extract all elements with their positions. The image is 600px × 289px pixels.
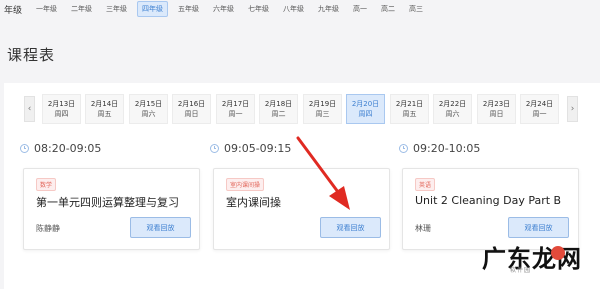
time-slot: 09:20-10:05 xyxy=(399,142,480,155)
watermark: 广东龙网 软件园 xyxy=(470,239,600,287)
date-label: 2月20日 xyxy=(351,100,380,108)
date-cell[interactable]: 2月17日 周一 xyxy=(216,94,255,124)
course-title: 室内课间操 xyxy=(226,196,281,209)
weekday-label: 周六 xyxy=(141,110,156,118)
page-title: 课程表 xyxy=(7,46,56,64)
date-strip: ‹ 2月13日 周四 2月14日 周五 2月15日 周六 2月16日 周日 2月… xyxy=(18,94,584,126)
clock-icon xyxy=(399,144,408,153)
watermark-site: 软件园 xyxy=(510,267,532,274)
clock-icon xyxy=(210,144,219,153)
weekday-label: 周六 xyxy=(445,110,460,118)
grade-tab[interactable]: 一年级 xyxy=(32,2,61,16)
time-slot: 09:05-09:15 xyxy=(210,142,291,155)
grade-tab[interactable]: 高一 xyxy=(349,2,371,16)
grade-tab[interactable]: 九年级 xyxy=(314,2,343,16)
grade-bar: 年级 一年级 二年级 三年级 四年级 五年级 六年级 七年级 八年级 九年级 高… xyxy=(0,0,600,18)
grade-tab[interactable]: 五年级 xyxy=(174,2,203,16)
subject-badge: 数学 xyxy=(36,178,57,191)
date-cell[interactable]: 2月13日 周四 xyxy=(42,94,81,124)
subject-badge: 室内课间操 xyxy=(226,178,265,191)
date-label: 2月16日 xyxy=(177,100,206,108)
weekday-label: 周三 xyxy=(315,110,330,118)
clock-icon xyxy=(20,144,29,153)
watch-replay-button[interactable]: 观看回放 xyxy=(130,217,191,238)
date-label: 2月17日 xyxy=(221,100,250,108)
grade-tab[interactable]: 八年级 xyxy=(279,2,308,16)
date-label: 2月13日 xyxy=(47,100,76,108)
date-cell[interactable]: 2月15日 周六 xyxy=(129,94,168,124)
subject-badge: 英语 xyxy=(415,178,436,191)
date-cell[interactable]: 2月18日 周二 xyxy=(259,94,298,124)
course-card: 室内课间操 室内课间操 观看回放 xyxy=(213,168,390,250)
watermark-title: 广东龙网 xyxy=(482,245,582,273)
time-label: 09:20-10:05 xyxy=(413,142,481,155)
grade-tab-active[interactable]: 四年级 xyxy=(137,1,169,17)
date-cell[interactable]: 2月21日 周五 xyxy=(390,94,429,124)
course-card: 英语 Unit 2 Cleaning Day Part B 林珊 观看回放 xyxy=(402,168,579,250)
date-label: 2月14日 xyxy=(90,100,119,108)
date-label: 2月15日 xyxy=(134,100,163,108)
prev-week-button[interactable]: ‹ xyxy=(24,96,35,122)
grade-tab[interactable]: 三年级 xyxy=(102,2,131,16)
grade-label: 年级 xyxy=(4,5,23,16)
course-title: Unit 2 Cleaning Day Part B xyxy=(415,194,562,207)
weekday-label: 周五 xyxy=(97,110,112,118)
watermark-logo-icon xyxy=(551,246,565,260)
chevron-left-icon: ‹ xyxy=(27,104,32,114)
date-cell[interactable]: 2月16日 周日 xyxy=(172,94,211,124)
time-label: 09:05-09:15 xyxy=(224,142,292,155)
date-cell[interactable]: 2月14日 周五 xyxy=(85,94,124,124)
grade-tab[interactable]: 七年级 xyxy=(244,2,273,16)
date-label: 2月23日 xyxy=(482,100,511,108)
date-label: 2月24日 xyxy=(525,100,554,108)
watch-replay-button[interactable]: 观看回放 xyxy=(320,217,381,238)
weekday-label: 周一 xyxy=(532,110,547,118)
grade-tab[interactable]: 六年级 xyxy=(209,2,238,16)
date-cell[interactable]: 2月23日 周日 xyxy=(477,94,516,124)
weekday-label: 周四 xyxy=(358,110,373,118)
date-label: 2月22日 xyxy=(438,100,467,108)
weekday-label: 周四 xyxy=(54,110,69,118)
grade-tab[interactable]: 二年级 xyxy=(67,2,96,16)
weekday-label: 周日 xyxy=(489,110,504,118)
weekday-label: 周日 xyxy=(184,110,199,118)
next-week-button[interactable]: › xyxy=(567,96,578,122)
time-slot: 08:20-09:05 xyxy=(20,142,101,155)
date-label: 2月19日 xyxy=(308,100,337,108)
date-cell[interactable]: 2月24日 周一 xyxy=(520,94,559,124)
date-cell-active[interactable]: 2月20日 周四 xyxy=(346,94,385,124)
chevron-right-icon: › xyxy=(570,104,575,114)
course-card: 数学 第一单元四则运算整理与复习 陈静静 观看回放 xyxy=(23,168,200,250)
date-label: 2月21日 xyxy=(395,100,424,108)
time-label: 08:20-09:05 xyxy=(34,142,102,155)
date-cell[interactable]: 2月22日 周六 xyxy=(433,94,472,124)
watch-replay-button[interactable]: 观看回放 xyxy=(508,217,569,238)
course-title: 第一单元四则运算整理与复习 xyxy=(36,196,179,209)
teacher-name: 林珊 xyxy=(415,224,431,233)
grade-tab[interactable]: 高三 xyxy=(405,2,427,16)
weekday-label: 周五 xyxy=(402,110,417,118)
weekday-label: 周二 xyxy=(271,110,286,118)
teacher-name: 陈静静 xyxy=(36,224,60,233)
date-cell[interactable]: 2月19日 周三 xyxy=(303,94,342,124)
grade-tab[interactable]: 高二 xyxy=(377,2,399,16)
weekday-label: 周一 xyxy=(228,110,243,118)
date-label: 2月18日 xyxy=(264,100,293,108)
